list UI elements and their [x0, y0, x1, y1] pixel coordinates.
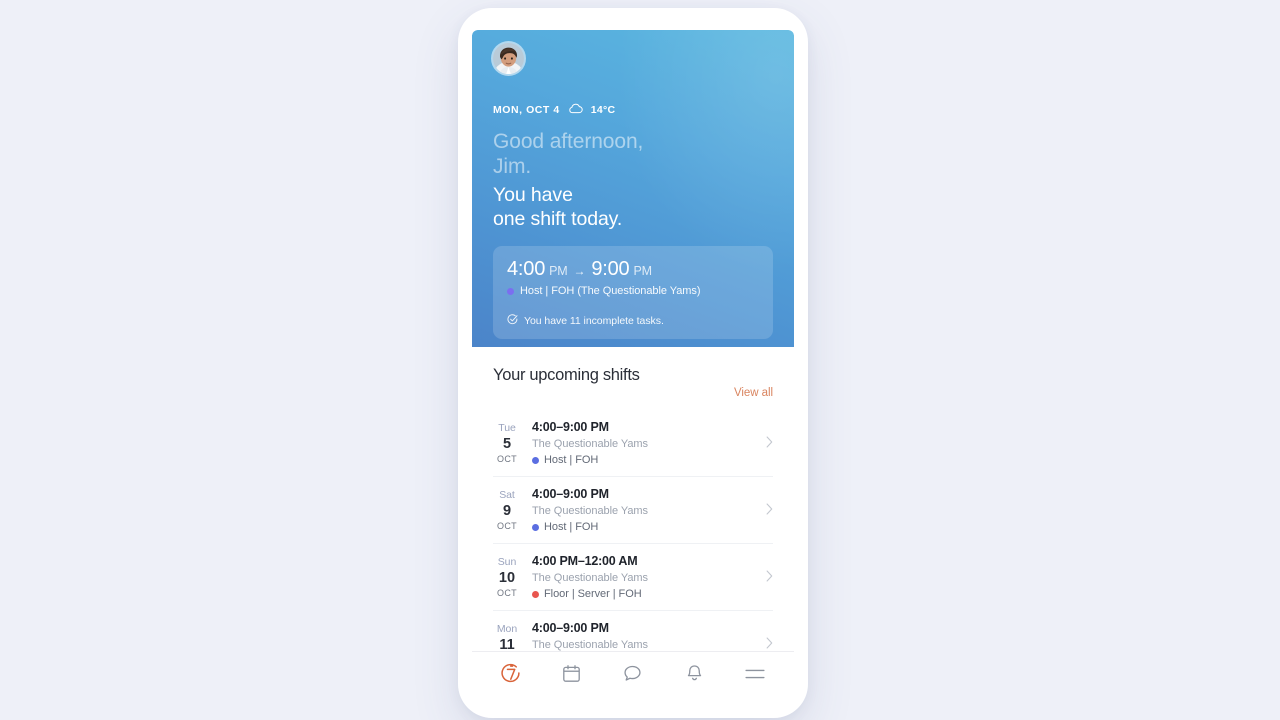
shift-weekday: Sun: [497, 556, 517, 568]
nav-item-notifications[interactable]: [672, 656, 716, 696]
shift-time: 4:00–9:00 PM: [532, 487, 609, 501]
bottom-navigation-bar: [472, 651, 794, 700]
today-shift-tasks-row[interactable]: You have 11 incomplete tasks.: [507, 314, 759, 328]
chevron-right-icon[interactable]: [760, 636, 773, 652]
shift-date-block: Mon 11 OCT: [493, 623, 527, 651]
arrow-icon: →: [573, 264, 586, 278]
shift-day: 11: [499, 637, 515, 651]
incomplete-tasks-text: You have 11 incomplete tasks.: [524, 315, 664, 327]
screenshot-stage: MON, OCT 4 14°C Good afternoon, Jim. You…: [0, 0, 1280, 720]
chat-bubble-icon: [622, 663, 643, 689]
cloud-icon: [568, 101, 583, 119]
role-color-dot: [532, 456, 539, 464]
shift-details: 4:00 PM–12:00 AM The Questionable Yams F…: [527, 553, 760, 602]
shift-start-meridiem: PM: [549, 264, 568, 278]
hamburger-menu-icon: [744, 666, 766, 687]
today-shift-role: Host | FOH (The Questionable Yams): [520, 285, 701, 297]
shift-details: 4:00–9:00 PM The Questionable Yams Host …: [527, 486, 760, 535]
shift-date-block: Sat 9 OCT: [493, 489, 527, 532]
phone-frame: MON, OCT 4 14°C Good afternoon, Jim. You…: [458, 8, 808, 718]
shift-date-block: Tue 5 OCT: [493, 422, 527, 465]
shift-role-row: Floor | Server | FOH: [532, 586, 760, 602]
shift-weekday: Tue: [498, 422, 516, 434]
shift-location: The Questionable Yams: [532, 639, 648, 651]
shift-month: OCT: [497, 521, 517, 531]
shift-month: OCT: [497, 454, 517, 464]
headline: You have one shift today.: [493, 184, 773, 231]
shift-day: 9: [502, 503, 512, 519]
shift-details: 4:00–9:00 PM The Questionable Yams Host …: [527, 620, 760, 651]
shift-time: 4:00–9:00 PM: [532, 420, 609, 434]
chevron-right-icon[interactable]: [760, 569, 773, 587]
chevron-right-icon[interactable]: [760, 435, 773, 453]
chevron-right-icon[interactable]: [760, 502, 773, 520]
greeting-line-2: Jim.: [493, 155, 532, 178]
today-shift-card[interactable]: 4:00 PM → 9:00 PM Host | FOH (The Questi…: [493, 246, 773, 339]
shift-location: The Questionable Yams: [532, 438, 648, 450]
shift-details: 4:00–9:00 PM The Questionable Yams Host …: [527, 419, 760, 468]
bell-icon: [684, 663, 705, 689]
shift-start-time: 4:00: [507, 258, 546, 280]
calendar-icon: [561, 663, 582, 689]
nav-item-more[interactable]: [733, 656, 777, 696]
shift-end-meridiem: PM: [633, 264, 652, 278]
role-color-dot: [532, 523, 539, 531]
task-check-icon: [507, 314, 518, 328]
upcoming-shifts-section: Your upcoming shifts View all Tue 5 OCT …: [472, 347, 794, 651]
view-all-link[interactable]: View all: [734, 387, 773, 399]
weather-meta-row: MON, OCT 4 14°C: [493, 101, 773, 119]
today-shift-role-row: Host | FOH (The Questionable Yams): [507, 285, 759, 297]
greeting-line-1: Good afternoon,: [493, 130, 644, 153]
shift-list-item[interactable]: Mon 11 OCT 4:00–9:00 PM The Questionable…: [493, 610, 773, 651]
current-date: MON, OCT 4: [493, 104, 560, 116]
greeting: Good afternoon, Jim.: [493, 129, 773, 179]
shift-role-row: Host | FOH: [532, 452, 760, 468]
shift-list-item[interactable]: Sat 9 OCT 4:00–9:00 PM The Questionable …: [493, 476, 773, 543]
shift-role: Floor | Server | FOH: [544, 588, 642, 600]
nav-item-home[interactable]: [489, 656, 533, 696]
shift-month: OCT: [497, 588, 517, 598]
shift-day: 10: [498, 570, 516, 586]
shift-role-row: Host | FOH: [532, 519, 760, 535]
avatar[interactable]: [493, 43, 524, 74]
headline-line-2: one shift today.: [493, 207, 623, 230]
shift-location: The Questionable Yams: [532, 572, 648, 584]
shift-list-item[interactable]: Sun 10 OCT 4:00 PM–12:00 AM The Question…: [493, 543, 773, 610]
upcoming-shift-list: Tue 5 OCT 4:00–9:00 PM The Questionable …: [493, 410, 773, 651]
nav-item-messages[interactable]: [611, 656, 655, 696]
role-color-dot: [532, 590, 539, 598]
section-header: Your upcoming shifts View all: [493, 347, 773, 399]
shift-end-time: 9:00: [591, 258, 630, 280]
shift-time: 4:00–9:00 PM: [532, 621, 609, 635]
sevenshifts-logo-icon: [499, 662, 522, 690]
shift-weekday: Mon: [496, 623, 518, 635]
phone-screen: MON, OCT 4 14°C Good afternoon, Jim. You…: [472, 30, 794, 700]
role-color-dot: [507, 287, 514, 295]
shift-day: 5: [502, 436, 512, 452]
today-shift-times: 4:00 PM → 9:00 PM: [507, 258, 759, 281]
home-header: MON, OCT 4 14°C Good afternoon, Jim. You…: [472, 30, 794, 347]
shift-role: Host | FOH: [544, 521, 599, 533]
shift-weekday: Sat: [499, 489, 515, 501]
shift-date-block: Sun 10 OCT: [493, 556, 527, 599]
shift-list-item[interactable]: Tue 5 OCT 4:00–9:00 PM The Questionable …: [493, 410, 773, 476]
section-title: Your upcoming shifts: [493, 366, 640, 384]
headline-line-1: You have: [493, 184, 573, 206]
nav-item-schedule[interactable]: [550, 656, 594, 696]
temperature: 14°C: [590, 104, 616, 116]
shift-location: The Questionable Yams: [532, 505, 648, 517]
shift-time: 4:00 PM–12:00 AM: [532, 554, 638, 568]
avatar-photo: [493, 43, 524, 74]
shift-role: Host | FOH: [544, 454, 599, 466]
